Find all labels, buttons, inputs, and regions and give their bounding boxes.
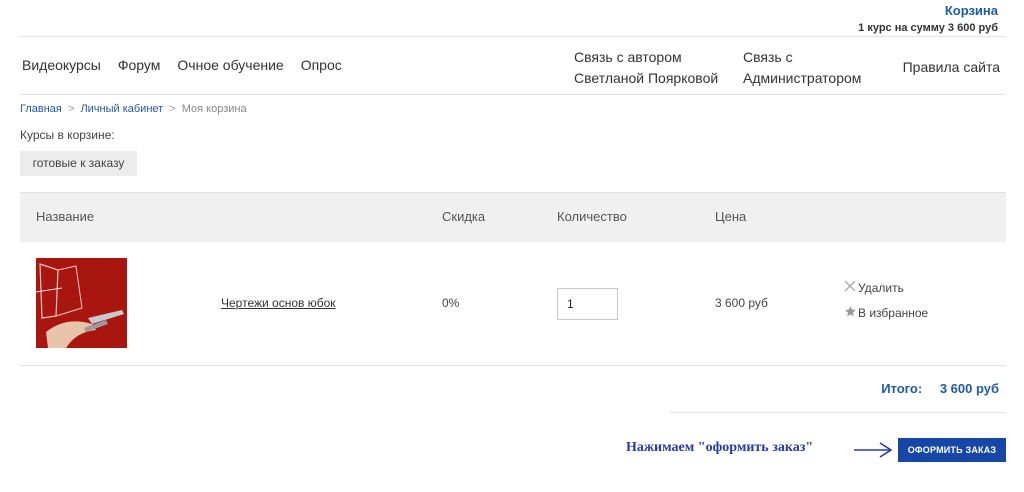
order-total: Итого: 3 600 руб bbox=[881, 381, 999, 396]
nav-contact-admin-line1: Связь с bbox=[743, 49, 793, 65]
cart-heading: Курсы в корзине: bbox=[20, 128, 115, 142]
header-divider-top bbox=[20, 36, 1006, 37]
column-header-discount: Скидка bbox=[442, 209, 486, 224]
nav-contact-author-line2: Светланой Поярковой bbox=[574, 70, 719, 86]
course-thumbnail[interactable] bbox=[36, 258, 127, 348]
checkout-button[interactable]: ОФОРМИТЬ ЗАКАЗ bbox=[898, 438, 1006, 462]
add-to-favorites-button[interactable]: В избранное bbox=[842, 305, 928, 321]
nav-contact-admin-line2: Администратором bbox=[743, 70, 862, 86]
cart-total-text: 1 курс на сумму 3 600 руб bbox=[858, 22, 998, 34]
nav-contact-admin[interactable]: Связь с Администратором bbox=[743, 47, 861, 89]
nav-contact-author-line1: Связь с автором bbox=[574, 49, 682, 65]
breadcrumb-separator: > bbox=[169, 103, 176, 115]
header-divider-bottom bbox=[20, 94, 1006, 95]
nav-site-rules[interactable]: Правила сайта bbox=[903, 57, 1000, 78]
nav-contact-author[interactable]: Связь с автором Светланой Поярковой bbox=[574, 47, 718, 89]
breadcrumb: Главная > Личный кабинет > Моя корзина bbox=[20, 103, 247, 115]
nav-survey[interactable]: Опрос bbox=[301, 57, 342, 73]
delete-label: Удалить bbox=[858, 280, 904, 295]
course-discount: 0% bbox=[442, 296, 460, 310]
column-header-price: Цена bbox=[715, 209, 747, 224]
column-header-name: Название bbox=[36, 209, 95, 224]
cart-link[interactable]: Корзина bbox=[858, 4, 998, 18]
tab-ready-to-order[interactable]: готовые к заказу bbox=[20, 151, 137, 176]
cart-table-header: Название Скидка Количество Цена bbox=[20, 192, 1006, 242]
total-label: Итого: bbox=[881, 381, 923, 396]
breadcrumb-cabinet[interactable]: Личный кабинет bbox=[80, 103, 163, 115]
table-divider bbox=[20, 365, 1006, 366]
order-hint-text: Нажимаем "оформить заказ" bbox=[626, 440, 814, 455]
breadcrumb-current: Моя корзина bbox=[181, 103, 247, 115]
star-icon bbox=[842, 305, 858, 321]
column-header-quantity: Количество bbox=[557, 209, 627, 224]
nav-videocourses[interactable]: Видеокурсы bbox=[22, 57, 101, 73]
course-thumbnail-image bbox=[36, 258, 127, 348]
nav-offline-training[interactable]: Очное обучение bbox=[177, 57, 283, 73]
total-divider bbox=[670, 412, 1006, 413]
breadcrumb-separator: > bbox=[67, 103, 75, 115]
main-nav-left: Видеокурсы Форум Очное обучение Опрос bbox=[22, 57, 359, 73]
arrow-right-icon bbox=[854, 442, 893, 458]
quantity-input[interactable] bbox=[557, 288, 618, 320]
breadcrumb-home[interactable]: Главная bbox=[20, 103, 62, 115]
total-value: 3 600 руб bbox=[939, 381, 999, 396]
course-price: 3 600 руб bbox=[715, 296, 768, 310]
delete-button[interactable]: Удалить bbox=[842, 280, 904, 295]
nav-forum[interactable]: Форум bbox=[118, 57, 161, 73]
course-title-link[interactable]: Чертежи основ юбок bbox=[221, 296, 336, 310]
favorite-label: В избранное bbox=[858, 306, 929, 320]
cart-summary: Корзина 1 курс на сумму 3 600 руб bbox=[858, 4, 998, 35]
close-icon bbox=[842, 280, 858, 295]
